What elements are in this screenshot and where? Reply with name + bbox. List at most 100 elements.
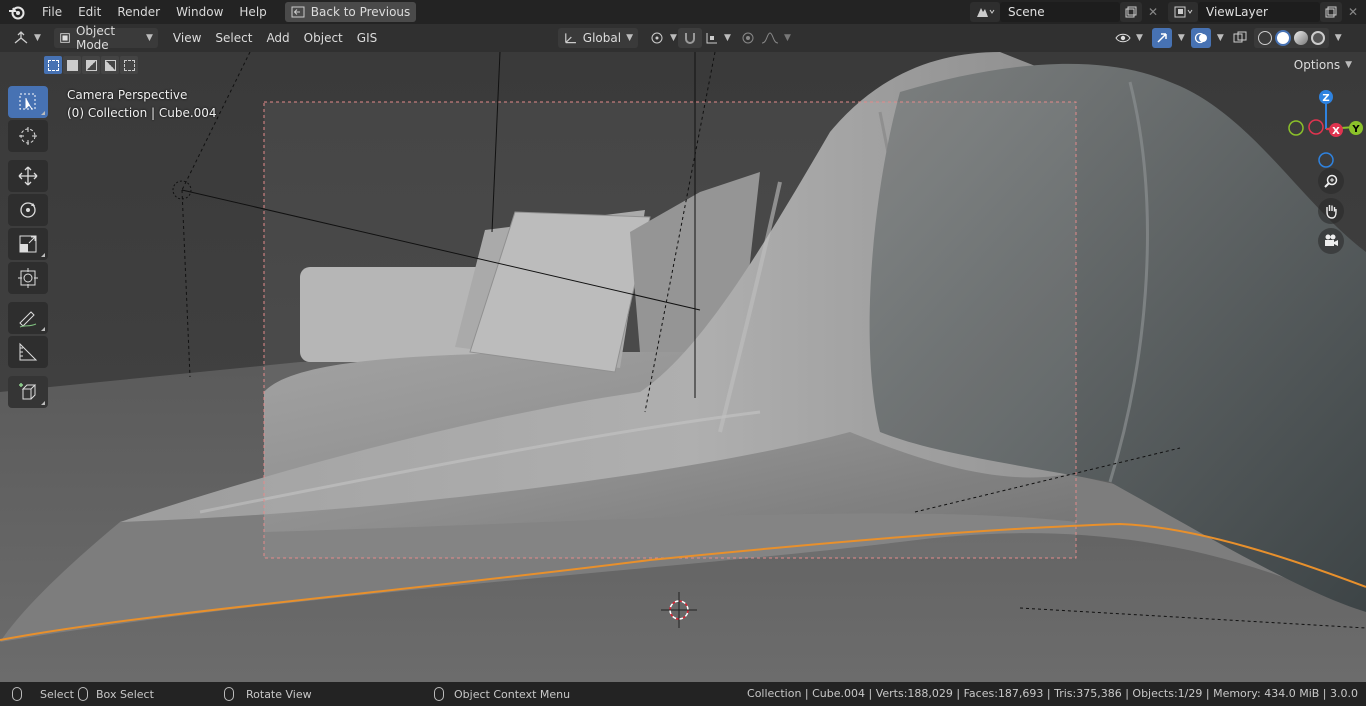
view-layer-icon	[1174, 6, 1193, 18]
view-name-text: Camera Perspective	[67, 88, 188, 102]
tool-select-box[interactable]	[8, 86, 48, 118]
tool-rotate[interactable]	[8, 194, 48, 226]
new-view-layer-button[interactable]	[1320, 2, 1342, 22]
orientation-axes-icon	[565, 33, 576, 44]
middle-mouse-icon	[224, 687, 234, 701]
viewport-scene	[0, 52, 1366, 682]
xray-toggle[interactable]	[1230, 28, 1250, 48]
select-mode-invert[interactable]	[101, 56, 119, 74]
editor-type-dropdown[interactable]: ▼	[8, 28, 46, 48]
gizmo-dropdown[interactable]: ▼	[1176, 28, 1187, 48]
menu-help[interactable]: Help	[231, 0, 274, 24]
menu-edit[interactable]: Edit	[70, 0, 109, 24]
status-box-select-hint: Box Select	[78, 687, 154, 701]
menu-view[interactable]: View	[166, 31, 208, 45]
right-mouse-icon	[434, 687, 444, 701]
close-icon: ✕	[1147, 5, 1159, 19]
axis-gizmo[interactable]: Z Y X	[1276, 82, 1366, 182]
shading-dropdown[interactable]: ▼	[1333, 28, 1344, 48]
mode-dropdown[interactable]: Object Mode ▼	[53, 24, 158, 52]
select-extend-icon	[66, 59, 78, 71]
shading-mode-group	[1253, 28, 1329, 48]
menu-gis[interactable]: GIS	[350, 31, 384, 45]
select-intersect-icon	[123, 59, 135, 71]
rendered-shading-icon[interactable]	[1310, 31, 1325, 45]
pan-button[interactable]	[1318, 198, 1344, 224]
box-select-hint-label: Box Select	[96, 687, 154, 701]
camera-view-button[interactable]	[1318, 228, 1344, 254]
annotate-pencil-icon	[19, 311, 37, 328]
select-mode-new[interactable]	[44, 56, 62, 74]
top-menu-bar: File Edit Render Window Help Back to Pre…	[0, 0, 1366, 24]
delete-view-layer-button[interactable]: ✕	[1342, 2, 1364, 22]
visibility-dropdown[interactable]: ▼	[1110, 28, 1148, 48]
tool-transform[interactable]	[8, 262, 48, 294]
tool-cursor[interactable]	[8, 120, 48, 152]
tool-add-cube[interactable]	[8, 376, 48, 408]
menu-object[interactable]: Object	[297, 31, 350, 45]
select-mode-extend[interactable]	[63, 56, 81, 74]
options-label: Options	[1293, 58, 1341, 72]
menu-file[interactable]: File	[34, 0, 70, 24]
delete-scene-button[interactable]: ✕	[1142, 2, 1164, 22]
snap-toggle[interactable]	[678, 28, 702, 48]
xray-icon	[1233, 31, 1247, 43]
material-shading-icon[interactable]	[1293, 31, 1308, 45]
overlays-dropdown[interactable]: ▼	[1215, 28, 1226, 48]
wireframe-shading-icon[interactable]	[1257, 31, 1272, 45]
transform-icon	[18, 268, 38, 288]
gizmo-toggle[interactable]	[1151, 28, 1172, 48]
menu-window[interactable]: Window	[168, 0, 231, 24]
snap-increment-icon	[706, 33, 717, 44]
select-mode-subtract[interactable]	[82, 56, 100, 74]
scene-name-field[interactable]: Scene	[1000, 2, 1120, 22]
chevron-down-icon: ▼	[1136, 33, 1143, 43]
overlays-toggle[interactable]	[1190, 28, 1211, 48]
chevron-down-icon: ▼	[1334, 33, 1342, 43]
selection-mode-buttons	[44, 56, 138, 74]
transform-orientation-dropdown[interactable]: Global ▼	[558, 28, 638, 48]
overlays-icon	[1194, 32, 1207, 44]
view-layer-name-field[interactable]: ViewLayer	[1198, 2, 1320, 22]
scene-browse-button[interactable]	[970, 2, 1000, 22]
tool-move[interactable]	[8, 160, 48, 192]
tool-measure[interactable]	[8, 336, 48, 368]
context-menu-hint-label: Object Context Menu	[454, 687, 571, 701]
back-to-previous-button[interactable]: Back to Previous	[284, 2, 417, 22]
chevron-down-icon: ▼	[34, 33, 41, 43]
menu-render[interactable]: Render	[109, 0, 168, 24]
3d-viewport-icon	[14, 31, 28, 44]
chevron-down-icon: ▼	[1345, 60, 1352, 70]
cursor-icon	[19, 127, 37, 145]
new-scene-button[interactable]	[1120, 2, 1142, 22]
menu-add[interactable]: Add	[259, 31, 296, 45]
options-dropdown[interactable]: Options ▼	[1285, 55, 1360, 75]
snap-target-dropdown[interactable]: ▼	[700, 28, 736, 48]
proportional-falloff-dropdown[interactable]: ▼	[756, 28, 796, 48]
move-icon	[18, 166, 38, 186]
chevron-down-icon: ▼	[626, 33, 633, 43]
status-bar: Select Box Select Rotate View Object Con…	[0, 682, 1366, 706]
gizmo-y-label: Y	[1351, 124, 1360, 135]
view-layer-selector: ViewLayer ✕	[1168, 2, 1364, 22]
gizmo-neg-z-axis	[1318, 152, 1334, 168]
tool-scale[interactable]	[8, 228, 48, 260]
3d-viewport[interactable]: Options ▼ Camera Perspective (0) Collect…	[0, 52, 1366, 682]
chevron-down-icon: ▼	[1177, 33, 1185, 43]
select-hint-label: Select	[40, 687, 74, 701]
blender-logo-icon[interactable]	[0, 0, 34, 24]
rotate-icon	[20, 202, 36, 218]
select-new-icon	[47, 59, 59, 71]
pivot-point-dropdown[interactable]: ▼	[644, 28, 682, 48]
object-mode-icon	[60, 33, 70, 43]
menu-select[interactable]: Select	[208, 31, 259, 45]
solid-shading-icon[interactable]	[1274, 30, 1291, 46]
pivot-icon	[651, 32, 663, 44]
tool-annotate[interactable]	[8, 302, 48, 334]
view-layer-browse-button[interactable]	[1168, 2, 1198, 22]
viewport-overlays-group: ▼ ▼ ▼ ▼	[1110, 28, 1344, 48]
zoom-button[interactable]	[1318, 168, 1344, 194]
orientation-label: Global	[582, 31, 622, 45]
active-object-text: (0) Collection | Cube.004	[67, 106, 217, 120]
select-mode-intersect[interactable]	[120, 56, 138, 74]
